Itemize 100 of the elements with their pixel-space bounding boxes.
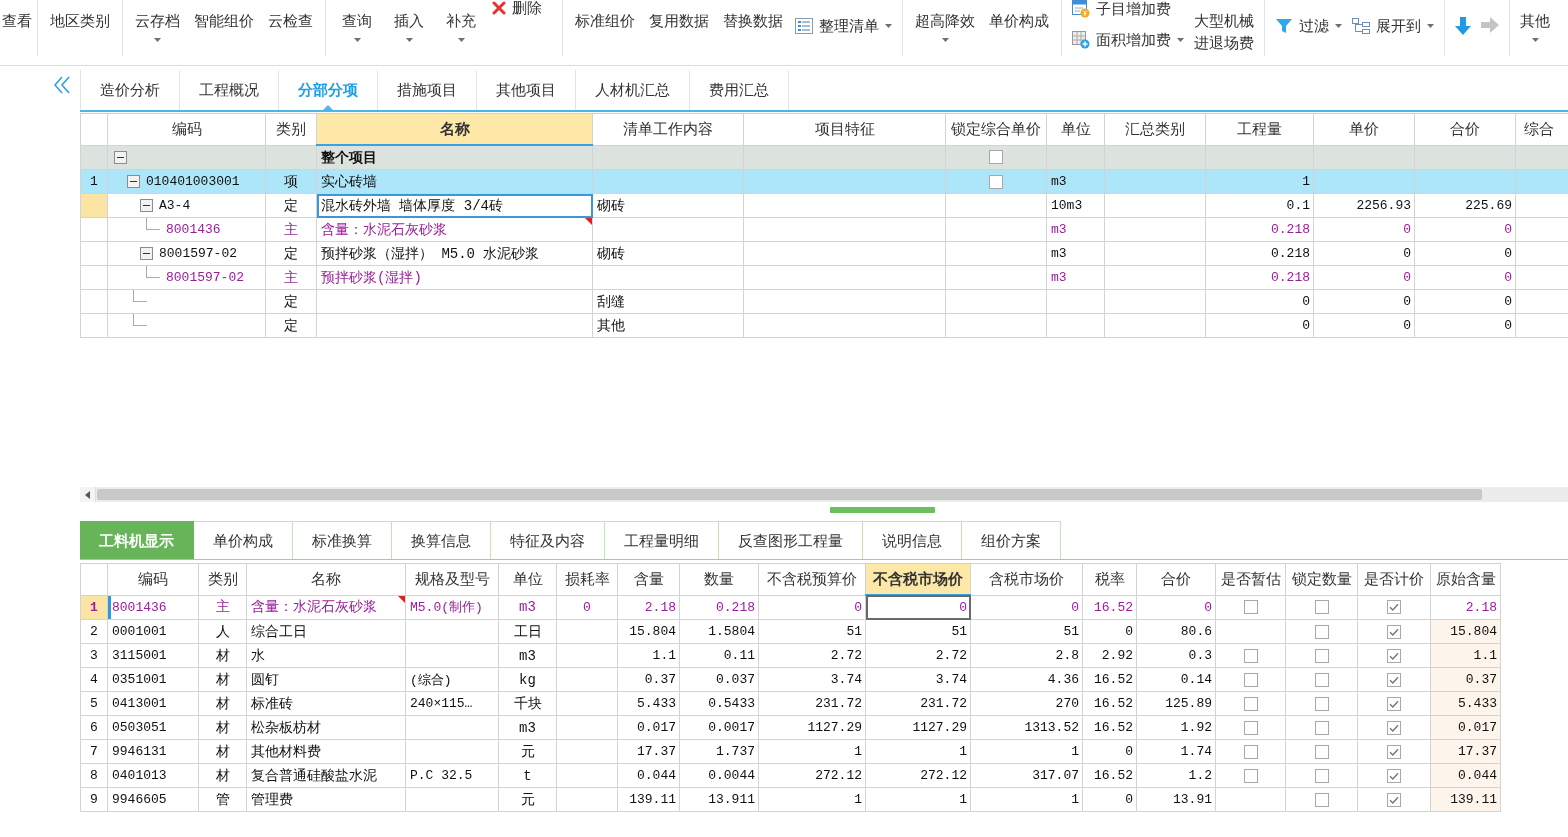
row-number[interactable]: 7 (80, 739, 108, 764)
checkbox[interactable] (1387, 648, 1401, 663)
tab[interactable]: 工程概况 (180, 70, 279, 110)
tab[interactable]: 单价构成 (194, 521, 293, 559)
checkbox[interactable] (1314, 768, 1329, 783)
checkbox[interactable] (1387, 744, 1401, 759)
checkbox[interactable] (1314, 672, 1329, 687)
row-number[interactable]: 8 (80, 763, 108, 788)
table-cell: m3 (498, 643, 557, 668)
table-row[interactable]: 8 0401013 材 复合普通硅酸盐水泥 P.C 32.5 t 0.044 0.0044 272.12 272.12 317.07 16.52 1.2 0.044 (80, 763, 1501, 788)
table-row[interactable]: A3-4 定 混水砖外墙 墙体厚度 3/4砖 砌砖 10m3 0.1 2256.93 225.69 (80, 193, 1568, 218)
checkbox[interactable] (1314, 624, 1329, 639)
checkbox[interactable] (1314, 792, 1329, 807)
tab[interactable]: 措施项目 (378, 70, 477, 110)
checkbox[interactable] (989, 174, 1003, 189)
tab[interactable]: 人材机汇总 (576, 70, 690, 110)
table-row[interactable]: 5 0413001 材 标准砖 240×115… 千块 5.433 0.5433 231.72 231.72 270 16.52 125.89 5.433 (80, 691, 1501, 716)
tab[interactable]: 其他项目 (477, 70, 576, 110)
checkbox[interactable] (1314, 696, 1329, 711)
toolbar-button[interactable]: 替换数据 (721, 0, 785, 30)
toolbar-button[interactable]: 面积增加费 (1072, 31, 1184, 48)
toolbar-button[interactable]: 复用数据 (647, 0, 711, 30)
splitter-handle[interactable] (830, 507, 935, 513)
table-row[interactable]: 8001436 主 含量：水泥石灰砂浆 m3 0.218 0 0 (80, 217, 1568, 242)
checkbox[interactable] (1387, 768, 1401, 783)
toolbar-button[interactable]: 过滤 (1275, 0, 1342, 35)
tab[interactable]: 换算信息 (392, 521, 491, 559)
table-row[interactable]: 4 0351001 材 圆钉 (综合) kg 0.37 0.037 3.74 3.74 4.36 16.52 0.14 0.37 (80, 667, 1501, 692)
checkbox[interactable] (1387, 696, 1401, 711)
double-chevron-left-icon[interactable] (54, 76, 70, 94)
scrollbar-thumb[interactable] (97, 489, 1482, 500)
checkbox[interactable] (989, 150, 1003, 165)
toolbar-button[interactable]: 标准组价 (573, 0, 637, 30)
toolbar-button[interactable]: 云存档 (133, 0, 182, 42)
row-number[interactable]: 1 (80, 169, 108, 194)
toolbar-button[interactable]: 其他 (1518, 0, 1552, 42)
table-row[interactable]: 6 0503051 材 松杂板枋材 m3 0.017 0.0017 1127.29 1127.29 1313.52 16.52 1.92 0.017 (80, 715, 1501, 740)
checkbox[interactable] (1387, 672, 1401, 687)
table-row[interactable]: 9 9946605 管 管理费 元 139.11 13.911 1 1 1 0 13.91 139.11 (80, 787, 1501, 812)
checkbox[interactable] (1243, 600, 1258, 615)
tab[interactable]: 工程量明细 (605, 521, 719, 559)
toolbar-button[interactable]: 删除 (492, 0, 542, 16)
toolbar-button[interactable]: 整理清单 (795, 0, 892, 35)
table-row[interactable]: 1 8001436 主 含量：水泥石灰砂浆 M5.0(制作) m3 0 2.18 0.218 0 0 0 16.52 0 2.18 (80, 595, 1501, 620)
row-number[interactable]: 5 (80, 691, 108, 716)
collapse-icon[interactable] (127, 175, 140, 188)
toolbar-button[interactable]: 查询 (336, 0, 378, 42)
table-row[interactable]: 定 其他 0 0 0 (80, 313, 1568, 338)
checkbox[interactable] (1314, 648, 1329, 663)
toolbar-button[interactable]: 补充 (440, 0, 482, 42)
checkbox[interactable] (1243, 672, 1258, 687)
toolbar-button[interactable]: 单价构成 (987, 0, 1051, 30)
collapse-icon[interactable] (114, 150, 127, 164)
toolbar-button[interactable]: 智能组价 (192, 0, 256, 30)
checkbox[interactable] (1243, 768, 1258, 783)
tab[interactable]: 反查图形工程量 (719, 521, 863, 559)
checkbox[interactable] (1314, 720, 1329, 735)
toolbar-button[interactable]: 查看 (0, 0, 34, 30)
tab[interactable]: 说明信息 (863, 521, 962, 559)
tab[interactable]: 费用汇总 (690, 70, 789, 110)
checkbox[interactable] (1243, 648, 1258, 663)
table-row[interactable]: 8001597-02 定 预拌砂浆（湿拌） M5.0 水泥砂浆 砌砖 m3 0.218 0 0 (80, 241, 1568, 266)
row-number[interactable]: 2 (80, 619, 108, 644)
row-number[interactable]: 4 (80, 667, 108, 692)
table-row[interactable]: 整个项目 (80, 145, 1568, 170)
toolbar-button[interactable]: 子目增加费 (1072, 0, 1184, 17)
table-row[interactable]: 1 010401003001 项 实心砖墙 m3 1 (80, 169, 1568, 194)
tab[interactable]: 标准换算 (293, 521, 392, 559)
toolbar-button[interactable]: 超高降效 (913, 0, 977, 42)
collapse-icon[interactable] (140, 247, 153, 260)
checkbox[interactable] (1243, 720, 1258, 735)
tab[interactable]: 组价方案 (962, 521, 1061, 559)
row-header[interactable] (80, 193, 108, 218)
table-row[interactable]: 7 9946131 材 其他材料费 元 17.37 1.737 1 1 1 0 1.74 17.37 (80, 739, 1501, 764)
checkbox[interactable] (1387, 624, 1401, 639)
checkbox[interactable] (1387, 792, 1401, 807)
toolbar-button[interactable]: 云检查 (266, 0, 315, 30)
row-number[interactable]: 1 (80, 595, 108, 620)
row-number[interactable]: 3 (80, 643, 108, 668)
table-row[interactable]: 定 刮缝 0 0 0 (80, 289, 1568, 314)
checkbox[interactable] (1387, 600, 1401, 615)
row-number[interactable]: 9 (80, 787, 108, 812)
toolbar-button[interactable]: 展开到 (1352, 0, 1434, 35)
table-row[interactable]: 3 3115001 材 水 m3 1.1 0.11 2.72 2.72 2.8 2.92 0.3 1.1 (80, 643, 1501, 668)
checkbox[interactable] (1314, 744, 1329, 759)
tab[interactable]: 特征及内容 (491, 521, 605, 559)
toolbar-button[interactable]: 地区类别 (48, 0, 112, 30)
checkbox[interactable] (1314, 600, 1329, 615)
checkbox[interactable] (1387, 720, 1401, 735)
scroll-left-button[interactable] (80, 487, 96, 502)
down-arrow-icon[interactable] (1455, 17, 1471, 35)
table-row[interactable]: 2 0001001 人 综合工日 工日 15.804 1.5804 51 51 51 0 80.6 15.804 (80, 619, 1501, 644)
checkbox[interactable] (1243, 744, 1258, 759)
toolbar-button[interactable]: 插入 (388, 0, 430, 42)
toolbar-button[interactable]: 大型机械 进退场费 (1194, 0, 1254, 54)
table-row[interactable]: 8001597-02 主 预拌砂浆(湿拌) m3 0.218 0 0 (80, 265, 1568, 290)
row-number[interactable]: 6 (80, 715, 108, 740)
tab[interactable]: 造价分析 (80, 70, 180, 110)
checkbox[interactable] (1243, 696, 1258, 711)
collapse-icon[interactable] (140, 199, 153, 212)
